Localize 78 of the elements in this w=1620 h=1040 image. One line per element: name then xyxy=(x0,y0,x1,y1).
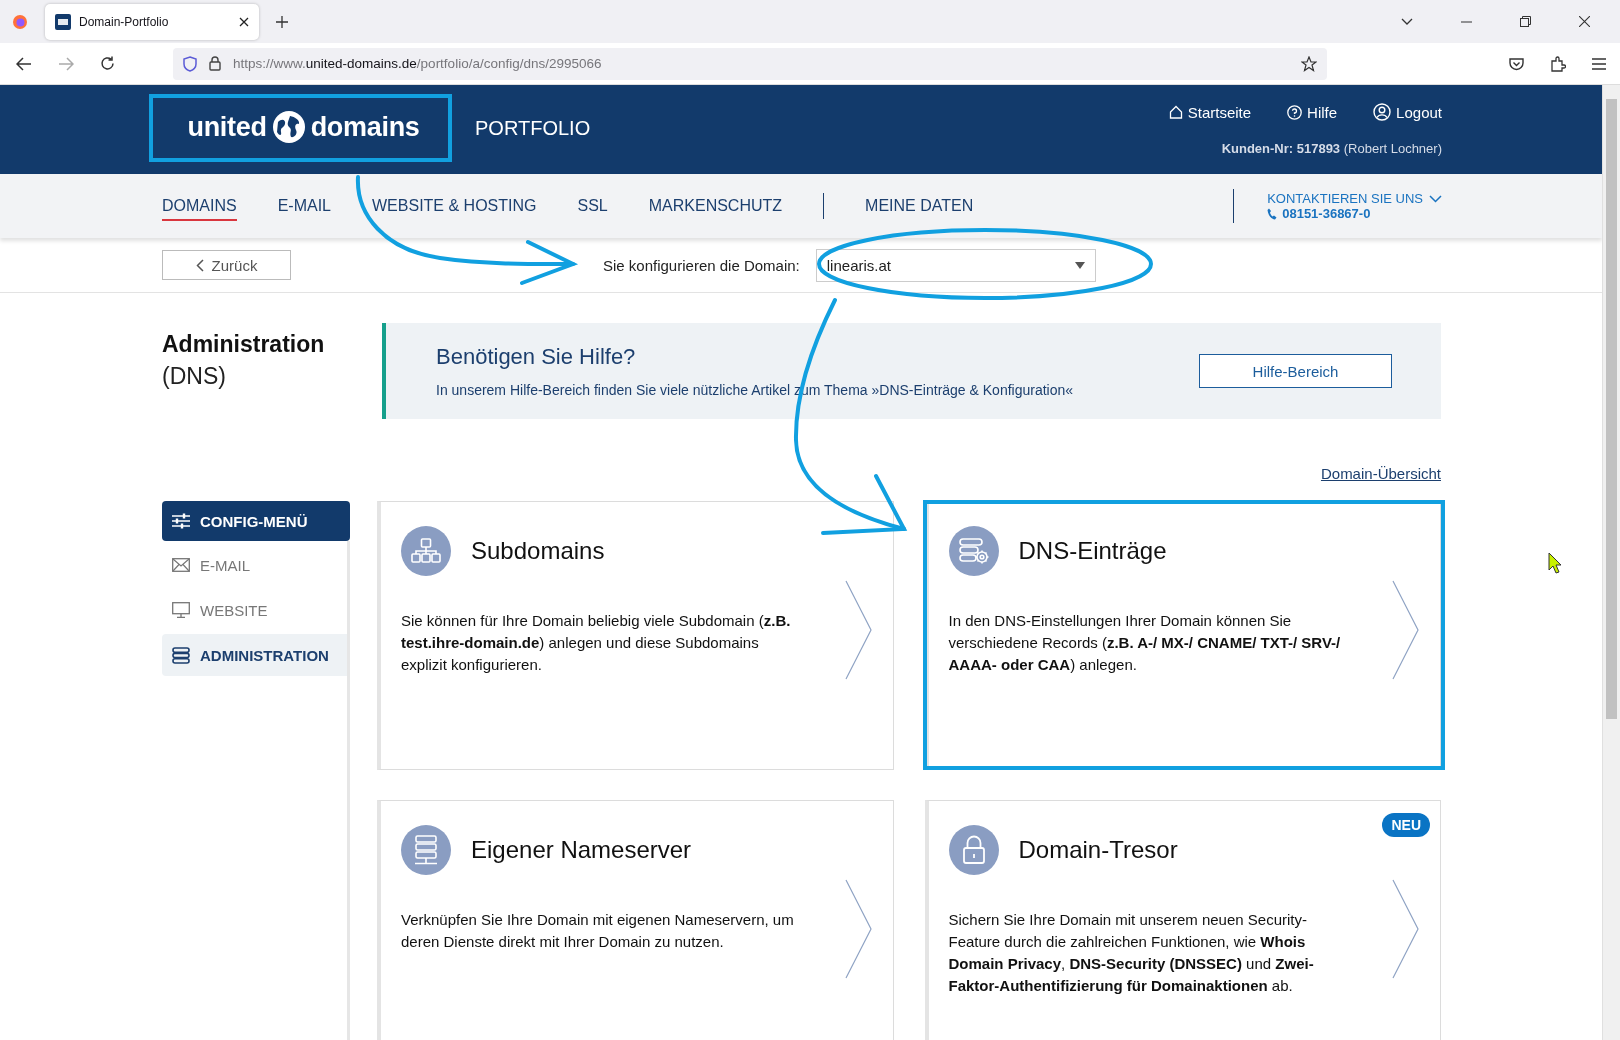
globe-icon xyxy=(271,110,306,144)
new-badge: NEU xyxy=(1382,813,1430,837)
sidebar-item[interactable]: E-MAIL xyxy=(162,544,347,586)
back-icon[interactable] xyxy=(16,56,32,71)
back-button[interactable]: Zurück xyxy=(162,250,291,280)
server-gear-icon xyxy=(948,526,999,576)
chevron-right-icon xyxy=(1392,580,1420,680)
page-subtitle: (DNS) xyxy=(162,363,227,390)
minimize-icon[interactable] xyxy=(1461,20,1472,23)
nav-tab[interactable]: WEBSITE & HOSTING xyxy=(372,191,537,221)
padlock-icon xyxy=(948,825,999,875)
sliders-icon xyxy=(172,513,190,529)
domain-label: Sie konfigurieren die Domain: xyxy=(603,256,800,274)
chevron-left-icon xyxy=(195,258,204,272)
nav-tab[interactable]: MEINE DATEN xyxy=(865,191,974,221)
page-title: Administration xyxy=(162,331,326,358)
logo[interactable]: united domains xyxy=(162,97,445,157)
header-link[interactable]: Hilfe xyxy=(1287,103,1338,121)
card-title: Subdomains xyxy=(471,537,605,565)
menu-icon[interactable] xyxy=(1592,57,1606,70)
help-button[interactable]: Hilfe-Bereich xyxy=(1199,354,1392,388)
feature-card[interactable]: Subdomains Sie können für Ihre Domain beliebig viele Subdomain (z.B. test.ihre-domain.de) anlegen und diese Subdomains explizit konfigurieren. xyxy=(377,501,894,770)
user-icon xyxy=(1373,103,1392,121)
shield-icon[interactable] xyxy=(183,55,197,72)
domain-select[interactable]: linearis.at xyxy=(815,248,1096,282)
browser-tab[interactable]: Domain-Portfolio xyxy=(45,3,259,40)
overview-link[interactable]: Domain-Übersicht xyxy=(1320,465,1441,482)
customer-number: Kunden-Nr: 517893 (Robert Lochner) xyxy=(1221,141,1442,156)
new-tab-icon[interactable] xyxy=(276,15,288,28)
section-title: PORTFOLIO xyxy=(475,117,591,141)
phone-link[interactable]: 08151-36867-0 xyxy=(1267,206,1442,221)
chevron-down-icon xyxy=(1429,194,1442,203)
restore-icon[interactable] xyxy=(1520,16,1531,27)
envelope-icon xyxy=(172,558,190,572)
database-icon xyxy=(172,646,190,664)
close-icon[interactable] xyxy=(1579,16,1590,27)
chevron-right-icon xyxy=(844,580,873,680)
help-icon xyxy=(1287,104,1303,120)
card-text: In den DNS-Einstellungen Ihrer Domain können Sie verschiedene Records (z.B. A-/ MX-/ CNAME/ TXT-/ SRV-/ AAAA- oder CAA) anlegen. xyxy=(948,611,1342,675)
url-field[interactable]: https://www.united-domains.de/portfolio/a/config/dns/2995066 xyxy=(173,47,1327,80)
feature-card[interactable]: Eigener Nameserver Verknüpfen Sie Ihre Domain mit eigenen Nameservern, um deren Dienste direkt mit Ihrer Domain zu nutzen. xyxy=(377,800,894,1040)
chevron-down-icon[interactable] xyxy=(1401,17,1413,26)
puzzle-icon[interactable] xyxy=(1550,55,1566,72)
config-menu-header[interactable]: CONFIG-MENÜ xyxy=(162,501,350,541)
server-icon xyxy=(401,825,451,875)
close-icon[interactable] xyxy=(239,16,249,27)
nav-tab[interactable]: MARKENSCHUTZ xyxy=(648,191,783,221)
contact-link[interactable]: KONTAKTIEREN SIE UNS xyxy=(1267,191,1442,206)
favicon-icon xyxy=(55,13,71,30)
header-link[interactable]: Logout xyxy=(1373,103,1442,121)
scrollbar-thumb[interactable] xyxy=(1606,99,1617,719)
sidebar-item[interactable]: WEBSITE xyxy=(162,589,347,631)
sitemap-icon xyxy=(401,526,451,576)
mouse-cursor-icon xyxy=(1548,552,1562,574)
card-text: Sie können für Ihre Domain beliebig viele Subdomain (z.B. test.ihre-domain.de) anlegen und diese Subdomains explizit konfigurieren. xyxy=(401,611,792,675)
firefox-icon[interactable] xyxy=(12,13,28,30)
phone-icon xyxy=(1267,207,1278,220)
chevron-right-icon xyxy=(1392,879,1420,979)
dropdown-arrow-icon xyxy=(1074,261,1085,269)
monitor-icon xyxy=(172,602,190,618)
nav-tab[interactable]: E-MAIL xyxy=(277,191,331,221)
card-text: Sichern Sie Ihre Domain mit unserem neuen Security-Feature durch die zahlreichen Funktionen, wie Whois Domain Privacy, DNS-Security (DNSSEC) und Zwei-Faktor-Authentifizierung für Domainaktionen ab. xyxy=(948,910,1315,996)
feature-card[interactable] xyxy=(924,800,1441,1040)
reload-icon[interactable] xyxy=(100,56,115,71)
star-icon[interactable] xyxy=(1301,55,1317,72)
nav-tab[interactable]: DOMAINS xyxy=(162,191,237,221)
home-icon xyxy=(1168,105,1183,119)
lock-icon[interactable] xyxy=(209,56,221,71)
header-link[interactable]: Startseite xyxy=(1168,103,1252,121)
card-text: Verknüpfen Sie Ihre Domain mit eigenen Nameservern, um deren Dienste direkt mit Ihrer Domain zu nutzen. xyxy=(401,910,795,952)
chevron-right-icon xyxy=(844,879,873,979)
card-title: Domain-Tresor xyxy=(1018,836,1178,864)
card-title: DNS-Einträge xyxy=(1018,537,1167,565)
help-title: Benötigen Sie Hilfe? xyxy=(436,344,637,370)
nav-tab[interactable]: SSL xyxy=(577,191,608,221)
card-title: Eigener Nameserver xyxy=(471,836,692,864)
sidebar-item[interactable]: ADMINISTRATION xyxy=(162,634,347,676)
pocket-icon[interactable] xyxy=(1509,56,1524,71)
